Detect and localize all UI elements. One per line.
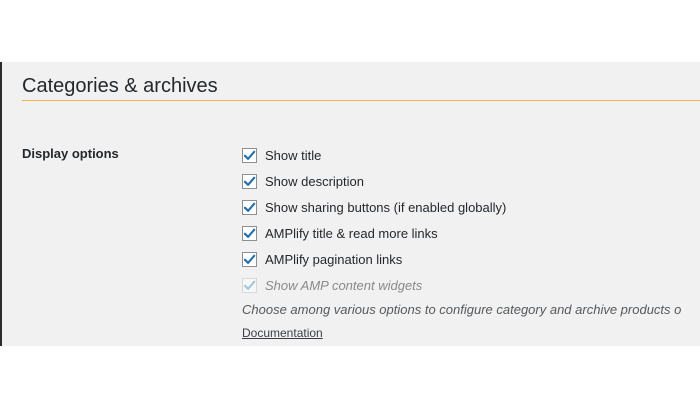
- section-title: Categories & archives: [22, 75, 218, 97]
- option-label: Show title: [265, 147, 322, 163]
- documentation-link[interactable]: Documentation: [242, 326, 323, 340]
- display-options-group: Show title Show description Show sharing…: [242, 142, 700, 342]
- amplify-title-links-checkbox[interactable]: [242, 225, 257, 241]
- option-label: Show sharing buttons (if enabled globall…: [265, 199, 507, 215]
- title-divider: [22, 100, 700, 101]
- option-amplify-title-links[interactable]: AMPlify title & read more links: [242, 220, 700, 246]
- option-show-amp-content-widgets: Show AMP content widgets: [242, 272, 700, 298]
- show-title-checkbox[interactable]: [242, 147, 257, 163]
- option-show-title[interactable]: Show title: [242, 142, 700, 168]
- checkmark-icon: [243, 254, 256, 264]
- checkmark-icon: [243, 202, 256, 212]
- checkmark-icon: [243, 228, 256, 238]
- option-show-description[interactable]: Show description: [242, 168, 700, 194]
- field-description: Choose among various options to configur…: [242, 302, 682, 317]
- show-amp-content-widgets-checkbox: [242, 277, 257, 293]
- checkmark-icon: [243, 150, 256, 160]
- option-label: Show AMP content widgets: [265, 277, 423, 293]
- amplify-pagination-links-checkbox[interactable]: [242, 251, 257, 267]
- checkmark-icon: [243, 280, 256, 290]
- display-options-label: Display options: [22, 146, 119, 161]
- option-show-sharing-buttons[interactable]: Show sharing buttons (if enabled globall…: [242, 194, 700, 220]
- checkmark-icon: [243, 176, 256, 186]
- show-description-checkbox[interactable]: [242, 173, 257, 189]
- option-amplify-pagination-links[interactable]: AMPlify pagination links: [242, 246, 700, 272]
- show-sharing-buttons-checkbox[interactable]: [242, 199, 257, 215]
- option-label: AMPlify title & read more links: [265, 225, 438, 241]
- option-label: Show description: [265, 173, 364, 189]
- settings-panel: Categories & archives Display options Sh…: [0, 62, 700, 346]
- option-label: AMPlify pagination links: [265, 251, 403, 267]
